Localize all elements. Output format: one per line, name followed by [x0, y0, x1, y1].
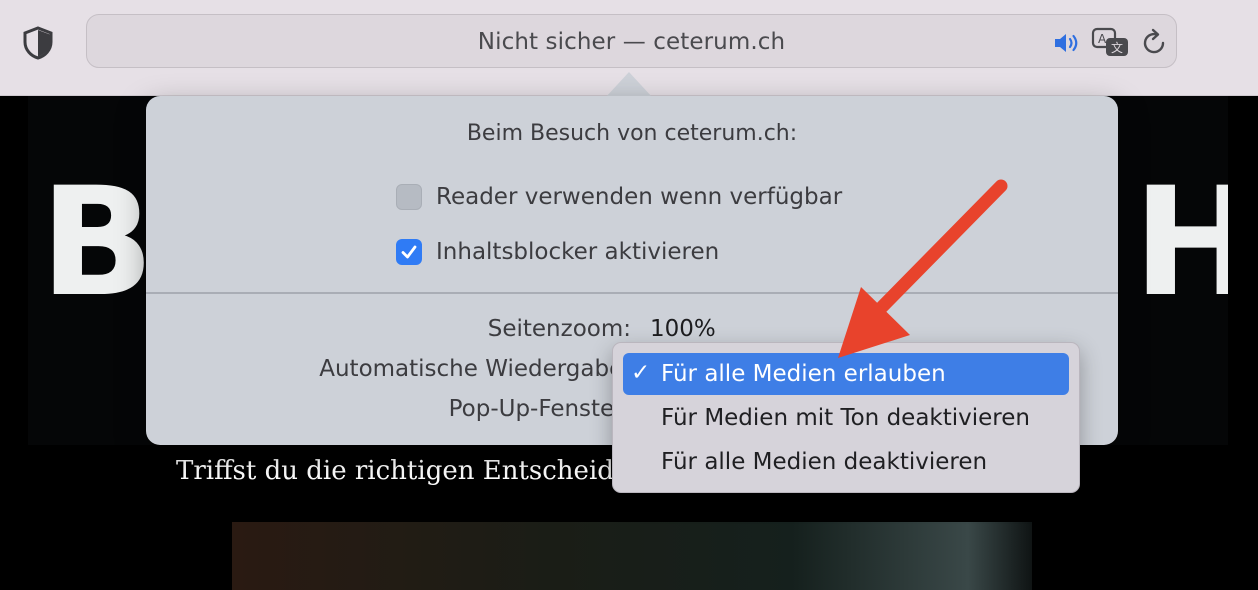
content-blocker-label: Inhaltsblocker aktivieren	[436, 239, 720, 265]
hero-letter-right: H	[1133, 156, 1228, 330]
popup-windows-label: Pop-Up-Fenster:	[448, 396, 631, 422]
popover-title: Beim Besuch von ceterum.ch:	[466, 121, 798, 146]
reader-checkbox[interactable]	[396, 184, 422, 210]
content-blocker-checkbox[interactable]	[396, 239, 422, 265]
svg-text:文: 文	[1111, 40, 1123, 55]
page-zoom-label: Seitenzoom:	[487, 316, 631, 342]
popover-tail	[605, 72, 653, 98]
annotation-arrow	[838, 179, 1008, 358]
menu-item-label: Für Medien mit Ton deaktivieren	[661, 405, 1030, 431]
address-text: Nicht sicher — ceterum.ch	[477, 29, 786, 55]
svg-text:A: A	[1098, 32, 1107, 46]
checkmark-icon	[401, 245, 417, 259]
hero-letter-left: B	[40, 156, 155, 330]
menu-item-label: Für alle Medien deaktivieren	[661, 449, 988, 475]
reader-option[interactable]: Reader verwenden wenn verfügbar	[396, 182, 842, 212]
page-text-line: Triffst du die richtigen Entscheidu	[176, 456, 631, 486]
page-zoom-value[interactable]: 100%	[650, 316, 716, 342]
address-bar[interactable]: Nicht sicher — ceterum.ch A 文	[86, 14, 1177, 68]
translate-icon[interactable]: A 文	[1091, 27, 1131, 59]
reload-icon[interactable]	[1139, 28, 1169, 58]
reader-label: Reader verwenden wenn verfügbar	[436, 184, 843, 210]
shield-icon[interactable]	[22, 26, 54, 60]
menu-checkmark-icon: ✓	[631, 360, 651, 386]
menu-item-never-autoplay[interactable]: Für alle Medien deaktivieren	[623, 441, 1069, 483]
speaker-icon[interactable]	[1053, 31, 1083, 55]
article-image	[232, 522, 1032, 590]
menu-item-stop-media-with-sound[interactable]: Für Medien mit Ton deaktivieren	[623, 397, 1069, 439]
autoplay-label: Automatische Wiedergabe:	[319, 356, 631, 382]
content-blocker-option[interactable]: Inhaltsblocker aktivieren	[396, 237, 719, 267]
